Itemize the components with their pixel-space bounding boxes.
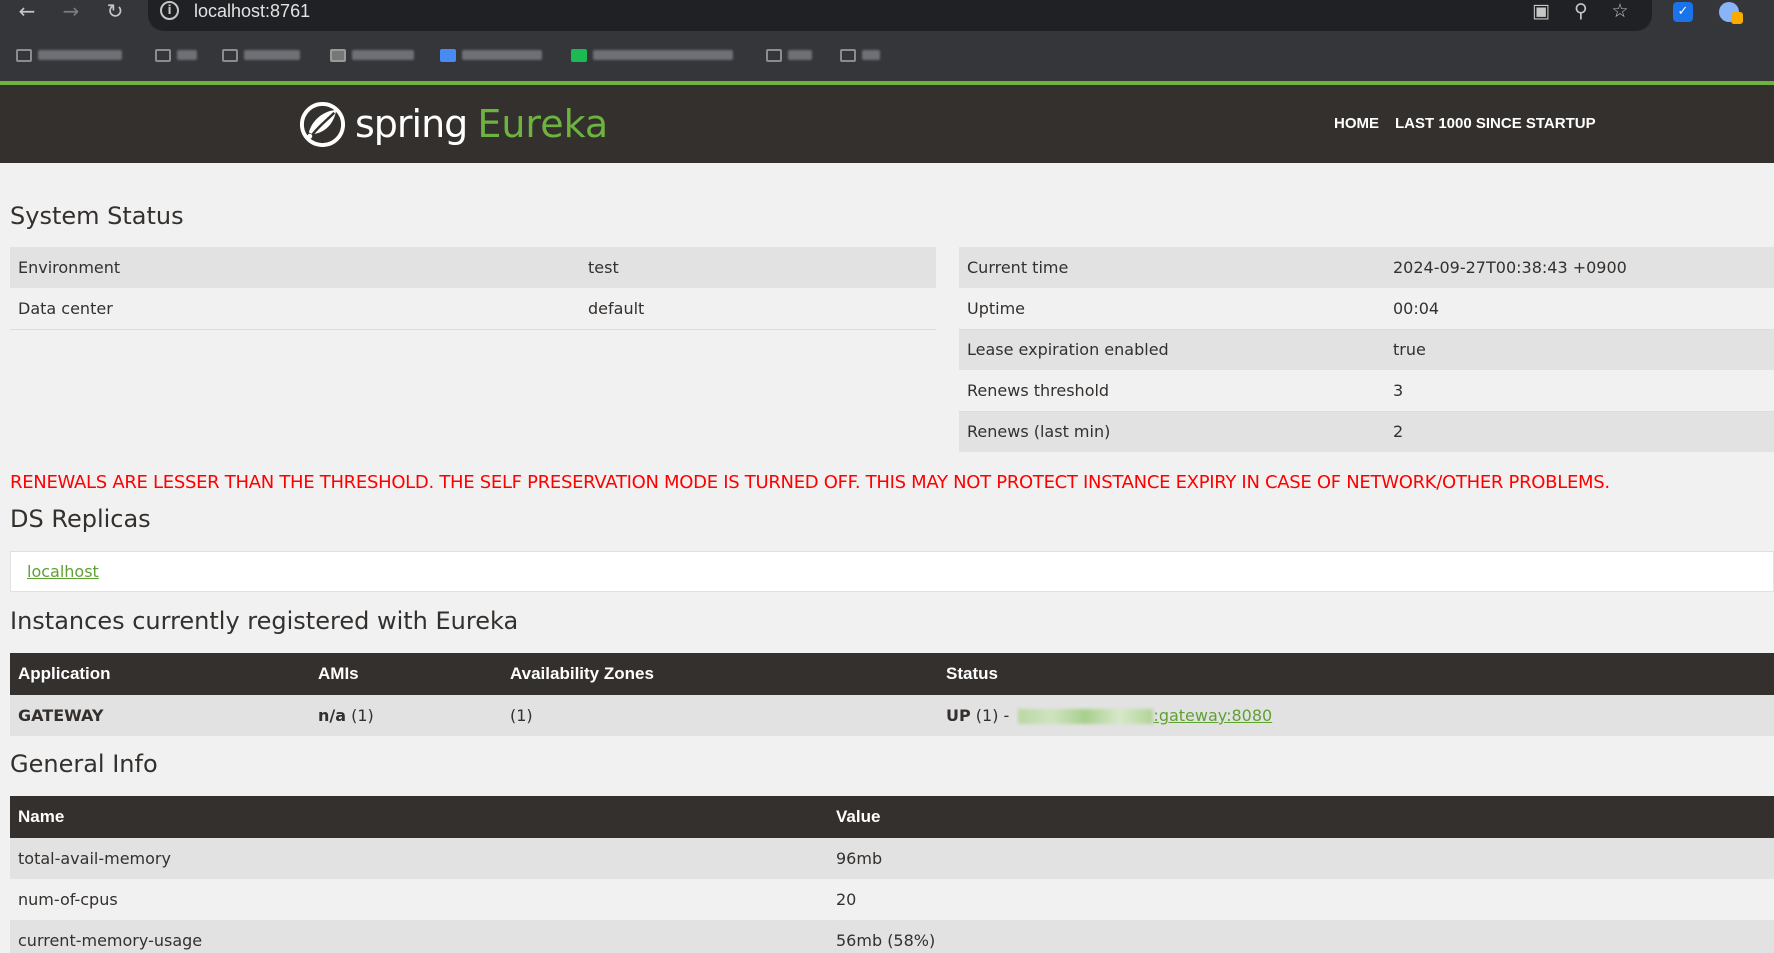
status-value: 00:04 [1385,288,1774,330]
status-label: Environment [10,247,580,288]
amis-cell: n/a (1) [310,695,502,736]
bookmark-item[interactable] [440,46,542,64]
info-name: current-memory-usage [10,920,828,953]
column-header: Availability Zones [502,653,938,695]
info-value: 56mb (58%) [828,920,1774,953]
status-up: UP [946,706,971,725]
column-header: Status [938,653,1774,695]
status-label: Renews (last min) [959,411,1385,452]
ds-replicas-list: localhost [10,551,1774,592]
instance-link-text: :gateway:8080 [1153,706,1273,725]
column-header: Value [828,796,1774,838]
instance-link[interactable]: :gateway:8080 [1014,706,1272,725]
folder-icon [16,48,32,62]
logo-spring-text: spring [355,102,468,146]
bookmark-star-icon[interactable]: ☆ [1607,0,1633,24]
bookmark-item[interactable] [222,46,300,64]
eureka-navbar: spring Eureka HOME LAST 1000 SINCE START… [0,85,1774,163]
folder-icon [840,48,856,62]
status-value: default [580,288,936,330]
extension-check-icon[interactable]: ✓ [1673,2,1693,22]
table-row: Data center default [10,288,936,330]
info-value: 20 [828,879,1774,920]
browser-chrome: ← → ↻ i localhost:8761 ▣ ⚲ ☆ ✓ [0,0,1774,81]
status-label: Lease expiration enabled [959,329,1385,370]
notification-badge-icon [1731,12,1743,24]
table-header-row: Application AMIs Availability Zones Stat… [10,653,1774,695]
status-value: true [1385,329,1774,370]
instances-table: Application AMIs Availability Zones Stat… [10,653,1774,736]
system-status-right-table: Current time 2024-09-27T00:38:43 +0900 U… [959,247,1774,452]
table-row: num-of-cpus 20 [10,879,1774,920]
google-icon [440,48,456,62]
amis-value: n/a [318,706,347,725]
site-icon [571,48,587,62]
info-name: num-of-cpus [10,879,828,920]
address-bar[interactable]: i localhost:8761 ▣ ⚲ ☆ [148,0,1652,31]
info-value: 96mb [828,838,1774,879]
column-header: Name [10,796,828,838]
nav-last-1000-link[interactable]: LAST 1000 SINCE STARTUP [1395,115,1596,132]
instances-heading: Instances currently registered with Eure… [10,607,519,635]
status-label: Current time [959,247,1385,288]
availability-zones: (1) [502,695,938,736]
logo-eureka-text: Eureka [477,102,609,146]
status-label: Renews threshold [959,370,1385,412]
table-row: total-avail-memory 96mb [10,838,1774,879]
column-header: AMIs [310,653,502,695]
status-value: 2024-09-27T00:38:43 +0900 [1385,247,1774,288]
bookmark-item[interactable] [766,46,812,64]
general-info-table: Name Value total-avail-memory 96mb num-o… [10,796,1774,953]
status-label: Uptime [959,288,1385,330]
table-row: Renews threshold 3 [959,370,1774,412]
ds-replicas-heading: DS Replicas [10,505,151,533]
status-value: 3 [1385,370,1774,412]
table-header-row: Name Value [10,796,1774,838]
replica-localhost-link[interactable]: localhost [27,562,99,581]
bookmark-item[interactable] [571,46,733,64]
folder-icon [222,48,238,62]
bookmarks-bar [0,40,1774,74]
table-row: Uptime 00:04 [959,288,1774,330]
reload-icon[interactable]: ↻ [100,0,130,26]
navbar-links: HOME LAST 1000 SINCE STARTUP [1334,115,1596,132]
system-status-left-table: Environment test Data center default [10,247,936,330]
amis-count: (1) [346,706,374,725]
bookmark-item[interactable] [155,46,197,64]
status-cell: UP (1) - :gateway:8080 [938,695,1774,736]
application-name: GATEWAY [10,695,310,736]
site-icon [330,48,346,62]
folder-icon [155,48,171,62]
status-label: Data center [10,288,580,330]
bookmark-item[interactable] [16,46,122,64]
spring-leaf-icon [299,101,346,147]
back-icon[interactable]: ← [12,0,42,26]
table-row: Current time 2024-09-27T00:38:43 +0900 [959,247,1774,288]
info-name: total-avail-memory [10,838,828,879]
table-row: current-memory-usage 56mb (58%) [10,920,1774,953]
spring-eureka-logo[interactable]: spring Eureka [299,100,608,148]
column-header: Application [10,653,310,695]
general-info-heading: General Info [10,750,158,778]
nav-home-link[interactable]: HOME [1334,115,1379,132]
table-row: Environment test [10,247,936,288]
zoom-icon[interactable]: ⚲ [1568,0,1594,24]
status-count: (1) - [970,706,1015,725]
translate-icon[interactable]: ▣ [1528,0,1554,24]
bookmark-item[interactable] [840,46,880,64]
browser-toolbar: ← → ↻ i localhost:8761 ▣ ⚲ ☆ ✓ [0,0,1774,31]
folder-icon [766,48,782,62]
self-preservation-warning: RENEWALS ARE LESSER THAN THE THRESHOLD. … [10,472,1610,493]
redacted-hostname [1018,709,1154,724]
system-status-heading: System Status [10,202,184,230]
table-row: GATEWAY n/a (1) (1) UP (1) - :gateway:80… [10,695,1774,736]
forward-icon[interactable]: → [56,0,86,26]
url-text[interactable]: localhost:8761 [194,0,310,22]
bookmark-item[interactable] [330,46,414,64]
status-value: 2 [1385,411,1774,452]
table-row: Renews (last min) 2 [959,411,1774,452]
site-info-icon[interactable]: i [160,1,179,20]
table-row: Lease expiration enabled true [959,329,1774,370]
status-value: test [580,247,936,288]
